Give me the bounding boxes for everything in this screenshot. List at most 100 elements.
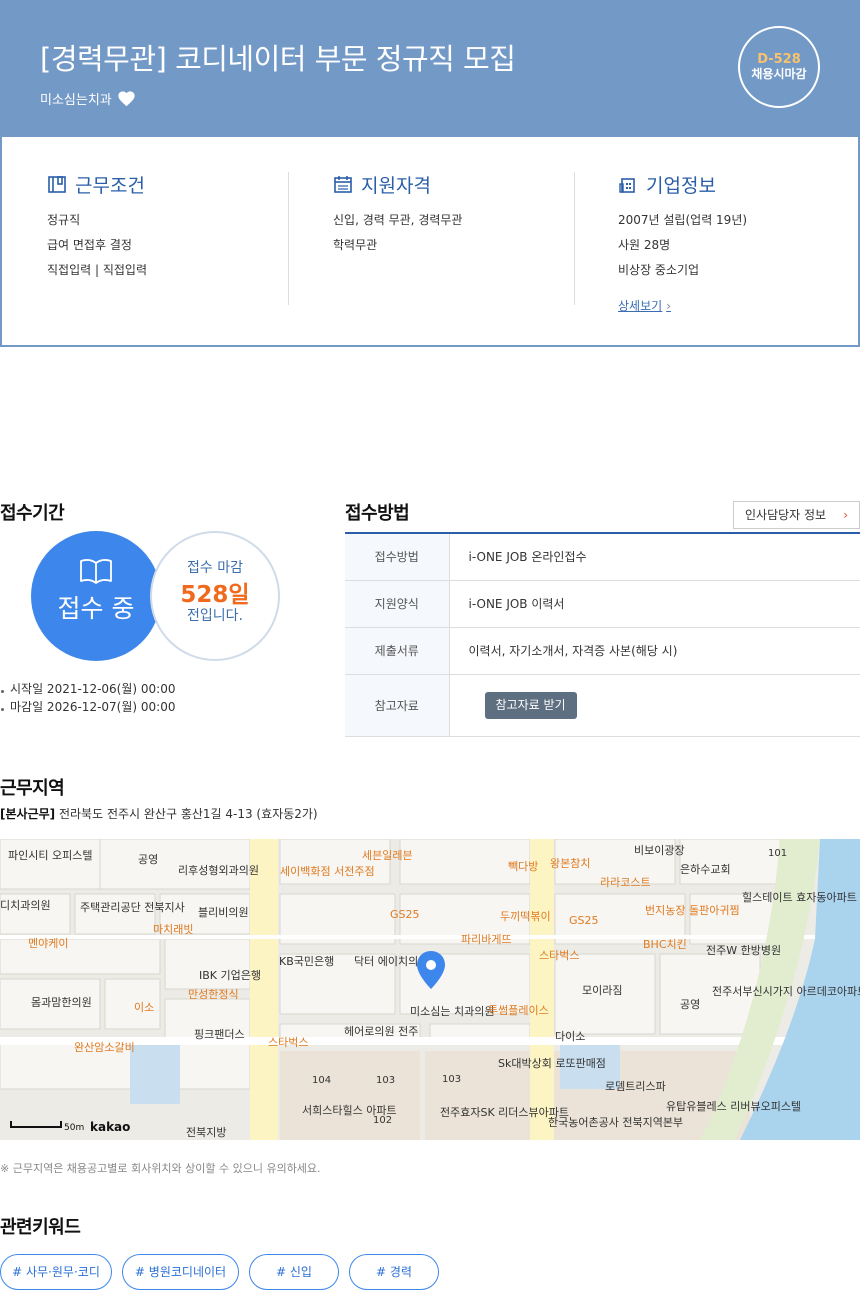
keyword-tag[interactable]: # 경력	[349, 1254, 439, 1290]
work-conditions-label: 근무조건	[75, 174, 145, 197]
address-tag: [본사근무]	[0, 807, 56, 821]
map-label: 전주W 한방병원	[706, 944, 781, 957]
keyword-tag[interactable]: # 사무·원무·코디	[0, 1254, 112, 1290]
map-label: 두끼떡볶이	[500, 910, 551, 923]
map-label: 전주서부신시가지 아르데코아파트	[712, 985, 860, 998]
keywords-title: 관련키워드	[0, 1217, 81, 1238]
dday-badge: D-528 채용시마감	[738, 26, 820, 108]
work-conditions: 근무조건 정규직 급여 면접후 결정 직접입력 | 직접입력	[47, 172, 289, 305]
company-info-item: 사원 28명	[618, 238, 671, 252]
company-info-title: 기업정보	[618, 172, 838, 197]
map-label: 101	[768, 848, 787, 859]
map-label: 로뎀트리스파	[605, 1080, 666, 1093]
map-label: Sk대박상회 로또판매점	[498, 1057, 606, 1070]
method-value: 이력서, 자기소개서, 자격증 사본(해당 시)	[449, 627, 860, 675]
location-title: 근무지역	[0, 778, 65, 799]
job-summary: 근무조건 정규직 급여 면접후 결정 직접입력 | 직접입력 지원자격 신입, …	[0, 137, 860, 347]
map-label: 빽다방	[508, 860, 538, 873]
table-row: 접수방법 i-ONE JOB 온라인접수	[345, 533, 860, 581]
company-info-label: 기업정보	[646, 174, 716, 197]
chevron-right-icon: ›	[666, 299, 671, 313]
map-label: GS25	[569, 914, 599, 927]
company-info: 기업정보 2007년 설립(업력 19년) 사원 28명 비상장 중소기업 상세…	[618, 172, 838, 314]
map-label: 이소	[134, 1001, 154, 1014]
map-scale: 50m kakao	[10, 1120, 130, 1134]
dday-count: D-528	[757, 52, 801, 67]
hr-contact-button[interactable]: 인사담당자 정보 ›	[733, 501, 860, 529]
map-label: KB국민은행	[279, 955, 334, 968]
map-label: 왕본참치	[550, 857, 590, 870]
map-label: IBK 기업은행	[199, 969, 261, 982]
map-label: 은하수교회	[680, 862, 731, 876]
map-label: 디치과의원	[0, 899, 51, 912]
building-icon	[619, 178, 635, 193]
condition-item: 정규직	[47, 213, 81, 227]
chevron-right-icon: ›	[843, 508, 848, 522]
condition-item: 급여 면접후 결정	[47, 238, 132, 252]
map-label: 핑크팬더스	[194, 1028, 245, 1041]
condition-item: 직접입력 | 직접입력	[47, 263, 147, 277]
map-label: 104	[312, 1075, 331, 1086]
map-label: 파리바게뜨	[461, 933, 512, 946]
map-label: 103	[376, 1075, 395, 1086]
map-label: 멘야케이	[28, 937, 68, 950]
method-value: i-ONE JOB 이력서	[449, 580, 860, 628]
map-label: 헤어로의원 전주	[344, 1025, 418, 1038]
map-label: 모이라짐	[582, 984, 622, 997]
company-info-item: 비상장 중소기업	[618, 263, 700, 277]
remain-prefix: 접수 마감	[187, 560, 243, 576]
location-note: ※ 근무지역은 채용공고별로 회사위치와 상이할 수 있으니 유의하세요.	[0, 1162, 321, 1175]
deadline-type: 채용시마감	[751, 67, 807, 81]
company-name[interactable]: 미소심는치과	[40, 89, 112, 108]
remain-suffix: 전입니다.	[187, 608, 243, 624]
job-header: [경력무관] 코디네이터 부문 정규직 모집 미소심는치과 D-528 채용시마…	[0, 0, 860, 137]
map-label: 완산암소갈비	[74, 1040, 135, 1054]
map-label: 스타벅스	[268, 1036, 308, 1049]
address-text: 전라북도 전주시 완산구 홍산1길 4-13 (효자동2가)	[58, 807, 318, 821]
map-label: 라라코스트	[600, 876, 651, 889]
map-label: 리후성형외과의원	[178, 864, 259, 877]
open-book-icon	[80, 559, 112, 584]
table-row: 참고자료 참고자료 받기	[345, 674, 860, 737]
map-label: 힐스테이트 효자동아파트	[742, 891, 857, 904]
method-key: 참고자료	[345, 674, 450, 737]
remain-circle: 접수 마감 528일 전입니다.	[150, 531, 280, 661]
start-date: 시작일 2021-12-06(월) 00:00	[0, 680, 175, 698]
map-label: 투썸플레이스	[488, 1004, 549, 1017]
work-address: [본사근무] 전라북도 전주시 완산구 홍산1길 4-13 (효자동2가)	[0, 805, 318, 822]
period-dates: 시작일 2021-12-06(월) 00:00 마감일 2026-12-07(월…	[0, 680, 175, 716]
work-conditions-title: 근무조건	[47, 172, 288, 197]
map-label: 공영	[138, 853, 158, 866]
location-map[interactable]: 파인시티 오피스텔 공영 리후성형외과의원 세이백화점 서전주점 세븐일레븐 빽…	[0, 839, 860, 1140]
book-icon	[48, 176, 66, 193]
calendar-icon	[334, 176, 352, 193]
keyword-tag[interactable]: # 병원코디네이터	[122, 1254, 239, 1290]
map-label: 파인시티 오피스텔	[8, 849, 92, 862]
qualifications-label: 지원자격	[361, 174, 431, 197]
map-label: 한국농어촌공사 전북지역본부	[548, 1116, 683, 1129]
map-label: 스타벅스	[539, 949, 579, 962]
company-detail-link[interactable]: 상세보기 ›	[618, 297, 671, 314]
keyword-tag[interactable]: # 신입	[249, 1254, 339, 1290]
map-label: BHC치킨	[643, 938, 687, 951]
method-key: 제출서류	[345, 627, 450, 675]
map-label: 마치래빗	[153, 923, 193, 936]
map-label: 세븐일레븐	[362, 848, 413, 862]
map-label: 전북지방	[186, 1126, 226, 1139]
heart-icon[interactable]	[117, 90, 136, 107]
company-info-item: 2007년 설립(업력 19년)	[618, 213, 748, 227]
map-label: 몸과맘한의원	[31, 996, 92, 1009]
map-label: 번지농장 돌판아귀찜	[645, 904, 740, 917]
table-row: 지원양식 i-ONE JOB 이력서	[345, 580, 860, 628]
qualification-item: 학력무관	[333, 238, 378, 252]
map-canvas[interactable]: 파인시티 오피스텔 공영 리후성형외과의원 세이백화점 서전주점 세븐일레븐 빽…	[0, 839, 860, 1140]
map-label: GS25	[390, 908, 420, 921]
map-label: 만성한정식	[188, 988, 239, 1001]
status-label: 접수 중	[57, 594, 135, 623]
method-value: i-ONE JOB 온라인접수	[449, 533, 860, 581]
map-label: 103	[442, 1074, 461, 1085]
map-label: 세이백화점 서전주점	[280, 865, 375, 878]
map-label: 블리비의원	[198, 906, 249, 919]
map-label: 주택관리공단 전북지사	[80, 901, 185, 914]
download-reference-button[interactable]: 참고자료 받기	[484, 691, 577, 719]
